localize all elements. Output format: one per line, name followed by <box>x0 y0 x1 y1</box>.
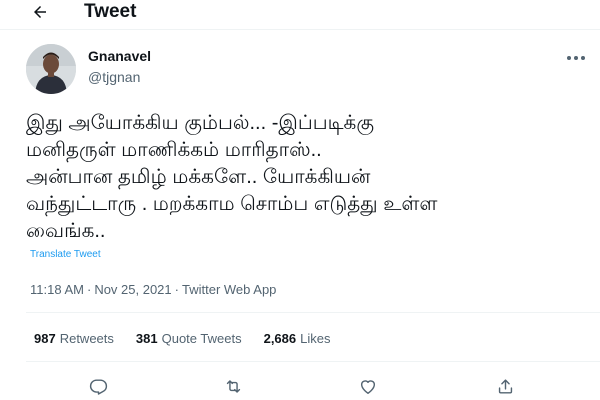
author-name[interactable]: Gnanavel <box>88 48 151 64</box>
back-button[interactable] <box>28 0 52 24</box>
more-horizontal-icon <box>567 56 585 60</box>
header-divider <box>0 29 600 30</box>
quote-tweets-label: Quote Tweets <box>161 331 242 346</box>
tweet-text: இது அயோக்கிய கும்பல்... -இப்படிக்கு மனித… <box>26 112 438 242</box>
like-button[interactable] <box>356 374 380 398</box>
tweet-source[interactable]: Twitter Web App <box>182 282 276 297</box>
page-title: Tweet <box>84 1 137 22</box>
action-bar <box>0 374 600 400</box>
translate-tweet-link[interactable]: Translate Tweet <box>30 249 101 260</box>
more-button[interactable] <box>562 48 590 68</box>
meta-separator: · <box>174 282 179 297</box>
share-icon <box>498 378 512 394</box>
retweet-button[interactable] <box>221 374 245 398</box>
reply-icon <box>89 378 107 395</box>
meta-separator: · <box>86 282 92 297</box>
retweets-count: 987 <box>34 331 56 346</box>
heart-icon <box>360 379 376 394</box>
divider <box>26 361 600 362</box>
tweet-time[interactable]: 11:18 AM <box>30 282 84 297</box>
divider <box>26 312 600 313</box>
tweet-stats: 987 Retweets 381 Quote Tweets 2,686 Likes <box>34 331 353 346</box>
quote-tweets-stat[interactable]: 381 Quote Tweets <box>136 331 242 346</box>
retweets-label: Retweets <box>59 331 114 346</box>
quote-tweets-count: 381 <box>135 331 158 346</box>
likes-label: Likes <box>300 331 331 346</box>
retweet-icon <box>226 379 240 393</box>
likes-stat[interactable]: 2,686 Likes <box>264 331 331 346</box>
tweet-meta: 11:18 AM · Nov 25, 2021 · Twitter Web App <box>30 282 276 297</box>
avatar-image <box>26 44 76 94</box>
top-bar: Tweet <box>0 0 600 30</box>
retweets-stat[interactable]: 987 Retweets <box>34 331 114 346</box>
author-handle[interactable]: @tjgnan <box>88 69 140 85</box>
arrow-left-icon <box>34 6 46 18</box>
avatar[interactable] <box>26 44 76 94</box>
likes-count: 2,686 <box>263 331 297 346</box>
share-button[interactable] <box>493 374 517 398</box>
tweet-date[interactable]: Nov 25, 2021 <box>94 282 171 297</box>
reply-button[interactable] <box>86 374 110 398</box>
